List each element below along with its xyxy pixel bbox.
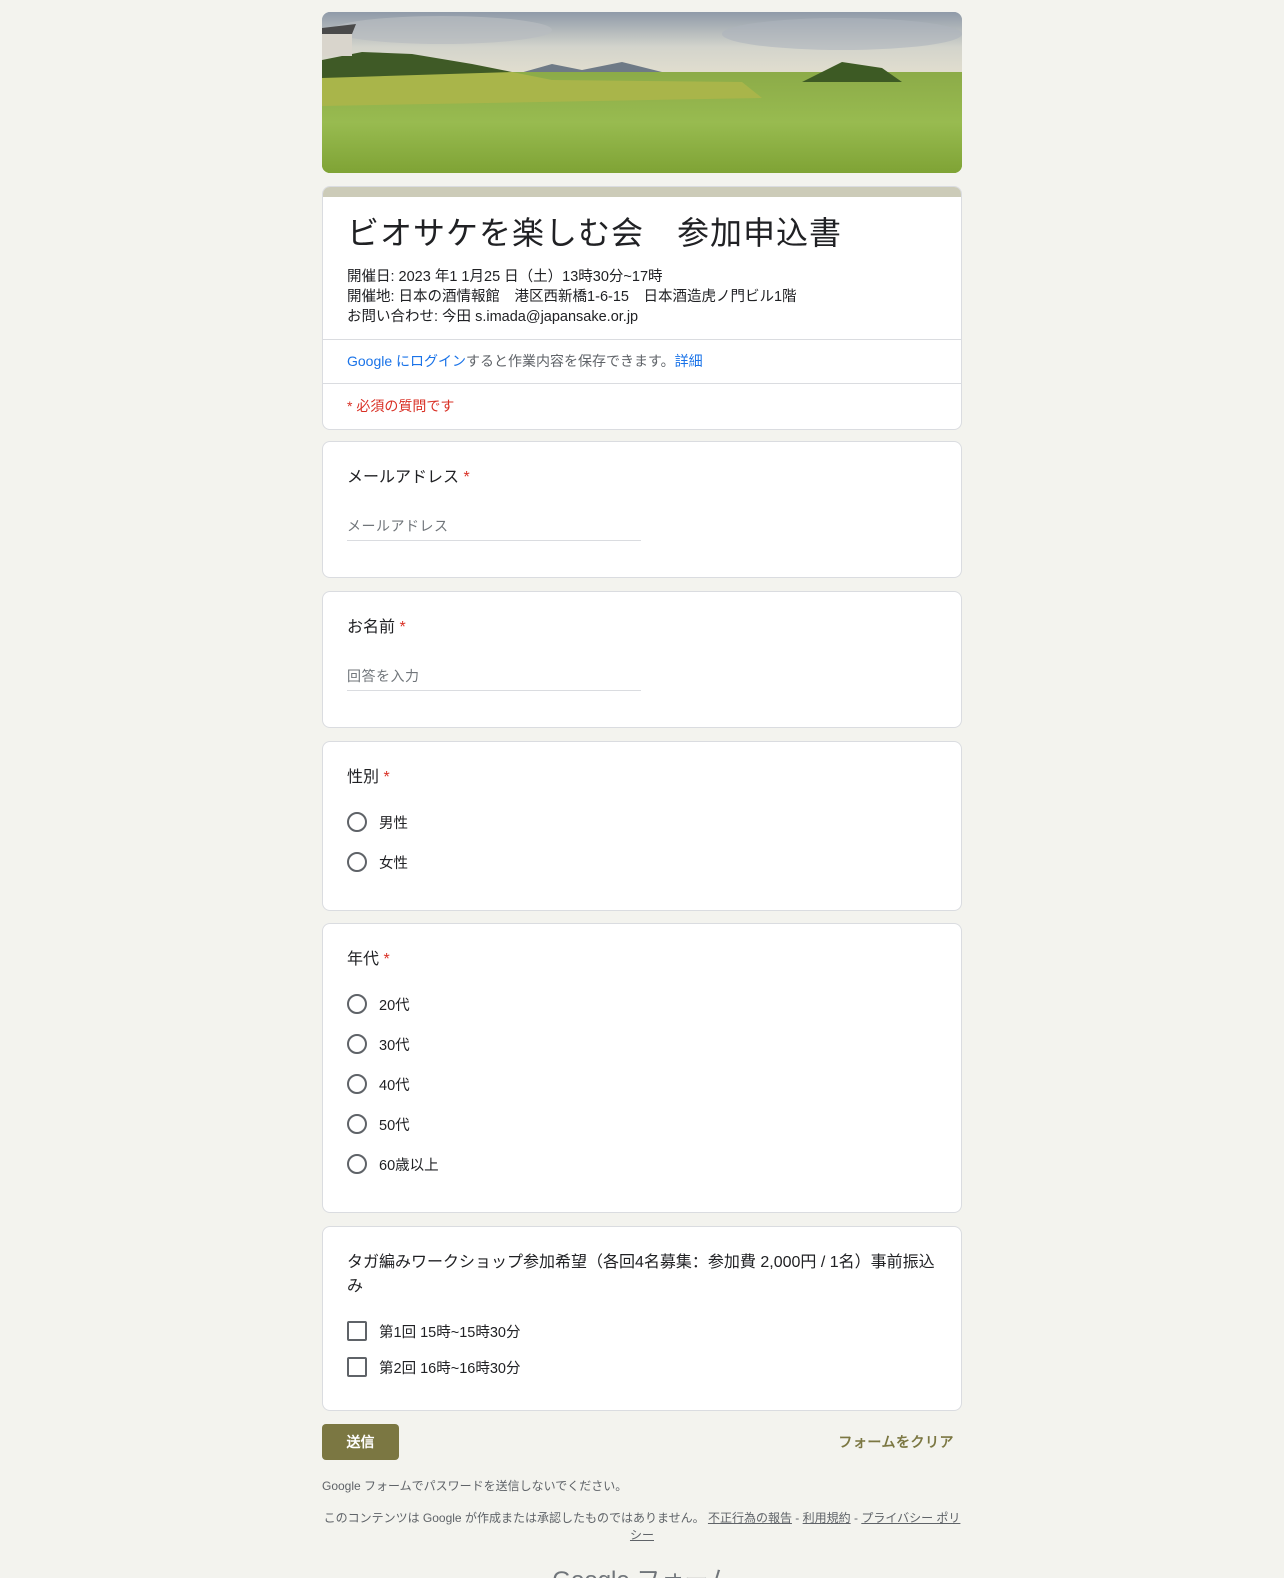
required-star: * <box>399 619 406 636</box>
gender-option-male[interactable]: 男性 <box>323 802 961 842</box>
radio-button[interactable] <box>347 1154 367 1174</box>
radio-button[interactable] <box>347 1114 367 1134</box>
description-line-contact: お問い合わせ: 今田 s.imada@japansake.or.jp <box>347 309 639 325</box>
question-name: お名前 * 回答を入力 <box>322 591 962 728</box>
age-option-60plus[interactable]: 60歳以上 <box>323 1144 961 1184</box>
login-notice: Google にログインすると作業内容を保存できます。詳細 <box>323 339 961 383</box>
disclaimer-text: このコンテンツは Google が作成または承認したものではありません。 <box>323 1511 705 1525</box>
option-label: 20代 <box>379 997 410 1014</box>
report-abuse-link[interactable]: 不正行為の報告 <box>708 1511 792 1525</box>
required-star: * <box>383 769 390 786</box>
submit-button[interactable]: 送信 <box>322 1424 399 1460</box>
radio-button[interactable] <box>347 994 367 1014</box>
required-note: * 必須の質問です <box>323 383 961 428</box>
age-option-50s[interactable]: 50代 <box>323 1104 961 1144</box>
clear-form-button[interactable]: フォームをクリア <box>838 1432 954 1452</box>
option-label: 第1回 15時~15時30分 <box>379 1324 521 1341</box>
radio-button[interactable] <box>347 1034 367 1054</box>
details-link[interactable]: 詳細 <box>675 353 703 369</box>
separator: - <box>850 1511 862 1525</box>
question-title: メールアドレス * <box>323 442 961 490</box>
option-label: 30代 <box>379 1037 410 1054</box>
checkbox[interactable] <box>347 1321 367 1341</box>
age-option-20s[interactable]: 20代 <box>323 984 961 1024</box>
question-title-text: メールアドレス <box>347 469 460 486</box>
option-label: 女性 <box>379 855 408 872</box>
header-banner-image <box>322 12 962 173</box>
question-title: 年代 * <box>323 924 961 972</box>
option-label: 60歳以上 <box>379 1157 439 1174</box>
question-workshop: タガ編みワークショップ参加希望（各回4名募集：参加費 2,000円 / 1名）事… <box>322 1226 962 1411</box>
name-input[interactable]: 回答を入力 <box>347 666 641 691</box>
option-label: 40代 <box>379 1077 410 1094</box>
question-age: 年代 * 20代 30代 40代 50代 60歳以上 <box>322 923 962 1213</box>
question-title: 性別 * <box>323 742 961 790</box>
form-description: 開催日: 2023 年1 1月25 日（土）13時30分~17時 開催地: 日本… <box>323 253 961 327</box>
password-warning: Google フォームでパスワードを送信しないでください。 <box>322 1479 628 1493</box>
required-star: * <box>463 469 470 486</box>
option-label: 50代 <box>379 1117 410 1134</box>
option-label: 男性 <box>379 815 408 832</box>
radio-button[interactable] <box>347 852 367 872</box>
google-forms-logo[interactable]: Google フォーム <box>322 1560 962 1578</box>
question-email: メールアドレス * メールアドレス <box>322 441 962 578</box>
login-notice-text: すると作業内容を保存できます。 <box>466 353 675 369</box>
description-line-venue: 開催地: 日本の酒情報館 港区西新橋1-6-15 日本酒造虎ノ門ビル1階 <box>347 289 797 305</box>
required-star: * <box>383 951 390 968</box>
question-gender: 性別 * 男性 女性 <box>322 741 962 911</box>
gender-option-female[interactable]: 女性 <box>323 842 961 882</box>
question-title-text: 性別 <box>347 769 380 786</box>
radio-button[interactable] <box>347 812 367 832</box>
form-header-card: ビオサケを楽しむ会 参加申込書 開催日: 2023 年1 1月25 日（土）13… <box>322 186 962 430</box>
option-label: 第2回 16時~16時30分 <box>379 1360 521 1377</box>
email-input[interactable]: メールアドレス <box>347 516 641 541</box>
accent-bar <box>323 187 961 197</box>
separator: - <box>791 1511 803 1525</box>
question-title: お名前 * <box>323 592 961 640</box>
workshop-option-2[interactable]: 第2回 16時~16時30分 <box>323 1349 961 1385</box>
question-title-text: お名前 <box>347 619 396 636</box>
terms-link[interactable]: 利用規約 <box>803 1511 851 1525</box>
login-link[interactable]: Google にログイン <box>347 353 466 369</box>
description-line-date: 開催日: 2023 年1 1月25 日（土）13時30分~17時 <box>347 269 663 285</box>
checkbox[interactable] <box>347 1357 367 1377</box>
age-option-30s[interactable]: 30代 <box>323 1024 961 1064</box>
radio-button[interactable] <box>347 1074 367 1094</box>
question-title: タガ編みワークショップ参加希望（各回4名募集：参加費 2,000円 / 1名）事… <box>347 1254 935 1295</box>
age-option-40s[interactable]: 40代 <box>323 1064 961 1104</box>
form-title: ビオサケを楽しむ会 参加申込書 <box>347 215 843 251</box>
question-title-text: 年代 <box>347 951 380 968</box>
footer-disclaimer: このコンテンツは Google が作成または承認したものではありません。 不正行… <box>322 1510 962 1544</box>
workshop-option-1[interactable]: 第1回 15時~15時30分 <box>323 1313 961 1349</box>
